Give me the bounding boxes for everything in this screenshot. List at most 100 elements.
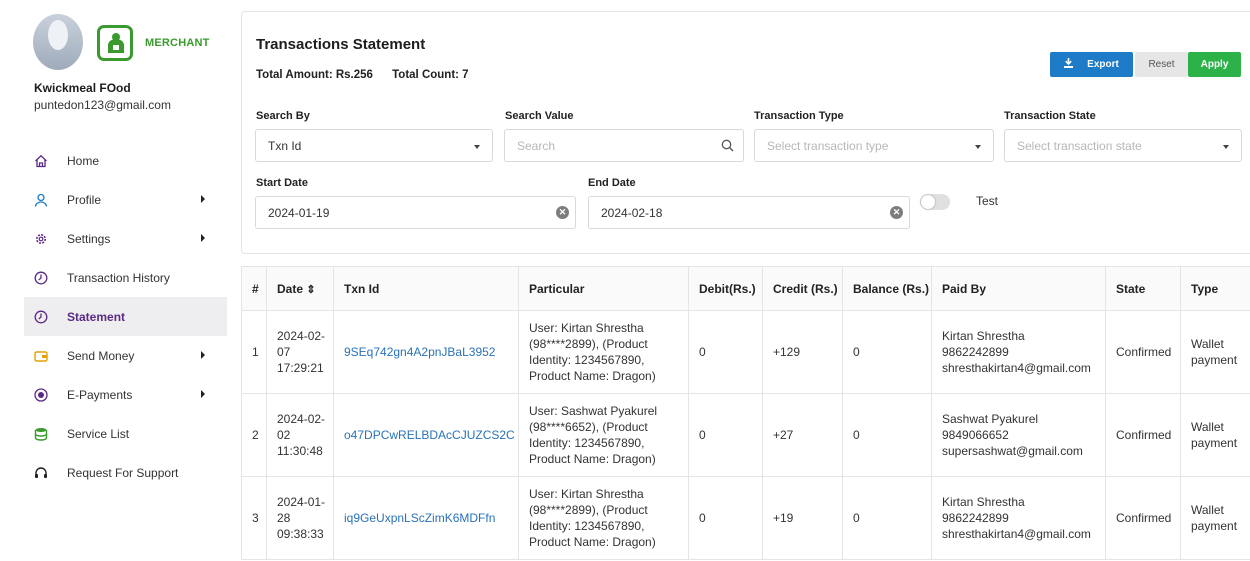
row-debit: 0 (688, 476, 763, 560)
particular-line: Product Name: Dragon) (529, 369, 656, 383)
payer-name: Sashwat Pyakurel (942, 412, 1039, 426)
reset-button[interactable]: Reset (1135, 52, 1188, 77)
sidebar-item-home[interactable]: Home (24, 141, 227, 180)
sort-icon[interactable]: ⇕ (306, 284, 315, 296)
apply-button[interactable]: Apply (1188, 52, 1241, 77)
txn-id-link[interactable]: iq9GeUxpnLScZimK6MDFfn (333, 476, 519, 560)
app-root: MERCHANT Kwickmeal FOod puntedon123@gmai… (0, 0, 1250, 561)
column-header-state: State (1105, 266, 1181, 311)
clear-icon[interactable]: ✕ (556, 206, 569, 219)
merchant-email: puntedon123@gmail.com (34, 98, 171, 112)
filter-panel: Transactions Statement Total Amount: Rs.… (241, 11, 1250, 254)
row-date: 2024-02- 02 11:30:48 (266, 393, 334, 477)
end-date-input[interactable]: 2024-02-18 ✕ (588, 196, 910, 229)
payer-phone: 9862242899 (942, 511, 1009, 525)
row-balance: 0 (842, 310, 932, 394)
row-balance: 0 (842, 476, 932, 560)
type-line: payment (1191, 353, 1238, 367)
summary: Total Amount: Rs.256 Total Count: 7 (256, 69, 469, 81)
caret-down-icon (474, 145, 480, 149)
clock-icon (34, 310, 48, 324)
row-type: Wallet payment (1180, 476, 1250, 560)
export-button[interactable]: Export (1050, 52, 1133, 77)
row-particular: User: Kirtan Shrestha (98****2899), (Prod… (518, 310, 689, 394)
column-header-date[interactable]: Date ⇕ (266, 266, 334, 311)
sidebar-item-label: Request For Support (67, 465, 179, 480)
table-row[interactable]: 3 2024-01- 28 09:38:33 iq9GeUxpnLScZimK6MD… (241, 476, 1250, 560)
row-date: 2024-01- 28 09:38:33 (266, 476, 334, 560)
sidebar-item-e-payments[interactable]: E-Payments (24, 375, 227, 414)
transaction-state-placeholder: Select transaction state (1017, 138, 1142, 153)
table-row[interactable]: 1 2024-02- 07 17:29:21 9SEq742gn4A2pnJBaL3… (241, 310, 1250, 394)
search-by-select[interactable]: Txn Id (255, 129, 493, 162)
merchant-logo-icon (97, 25, 133, 61)
row-number: 1 (241, 310, 267, 394)
search-input[interactable]: Search (504, 129, 744, 162)
type-line: Wallet (1191, 503, 1224, 517)
sidebar-item-label: Home (67, 153, 100, 168)
total-amount: Total Amount: Rs.256 (256, 69, 373, 81)
particular-line: (98****2899), (Product (529, 337, 648, 351)
type-line: payment (1191, 436, 1238, 450)
sidebar-item-label: Profile (67, 192, 102, 207)
column-header-credit: Credit (Rs.) (762, 266, 843, 311)
sidebar-item-settings[interactable]: Settings (24, 219, 227, 258)
row-paid-by: Kirtan Shrestha 9862242899 shresthakirtan4… (931, 476, 1106, 560)
particular-line: User: Sashwat Pyakurel (529, 404, 658, 418)
particular-line: Identity: 1234567890, (529, 519, 645, 533)
row-date: 2024-02- 07 17:29:21 (266, 310, 334, 394)
column-header-paid-by: Paid By (931, 266, 1106, 311)
transaction-state-select[interactable]: Select transaction state (1004, 129, 1242, 162)
row-type: Wallet payment (1180, 310, 1250, 394)
row-credit: +129 (762, 310, 843, 394)
transaction-state-label: Transaction State (1004, 110, 1096, 122)
chevron-right-icon (201, 195, 205, 203)
payer-email: shresthakirtan4@gmail.com (942, 361, 1091, 375)
payer-name: Kirtan Shrestha (942, 495, 1025, 509)
sidebar-item-profile[interactable]: Profile (24, 180, 227, 219)
table-row[interactable]: 2 2024-02- 02 11:30:48 o47DPCwRELBDAcCJUZC… (241, 393, 1250, 477)
column-header-date-label: Date (277, 281, 304, 296)
sidebar-item-request-support[interactable]: Request For Support (24, 453, 227, 492)
txn-id-link[interactable]: 9SEq742gn4A2pnJBaL3952 (333, 310, 519, 394)
start-date-input[interactable]: 2024-01-19 ✕ (255, 196, 576, 229)
row-particular: User: Kirtan Shrestha (98****2899), (Prod… (518, 476, 689, 560)
sidebar-item-send-money[interactable]: Send Money (24, 336, 227, 375)
statement-table-wrap: # Date ⇕ Txn Id Particular Debit(Rs.) Cr… (241, 266, 1250, 561)
clear-icon[interactable]: ✕ (890, 206, 903, 219)
chevron-right-icon (201, 351, 205, 359)
test-toggle[interactable] (920, 194, 950, 210)
sidebar-item-transaction-history[interactable]: Transaction History (24, 258, 227, 297)
transaction-type-select[interactable]: Select transaction type (754, 129, 994, 162)
sidebar-item-label: Send Money (67, 348, 135, 363)
payer-name: Kirtan Shrestha (942, 329, 1025, 343)
row-debit: 0 (688, 393, 763, 477)
end-date-value: 2024-02-18 (601, 205, 663, 220)
headset-icon (34, 466, 48, 480)
time-line: 11:30:48 (277, 444, 323, 458)
particular-line: Product Name: Dragon) (529, 535, 656, 549)
type-line: payment (1191, 519, 1238, 533)
epay-icon (34, 387, 48, 402)
caret-down-icon (975, 145, 981, 149)
row-credit: +27 (762, 393, 843, 477)
brand-label: MERCHANT (145, 37, 210, 49)
txn-id-link[interactable]: o47DPCwRELBDAcCJUZCS2C (333, 393, 519, 477)
row-paid-by: Kirtan Shrestha 9862242899 shresthakirtan4… (931, 310, 1106, 394)
payer-email: shresthakirtan4@gmail.com (942, 527, 1091, 541)
avatar[interactable] (33, 14, 83, 70)
row-type: Wallet payment (1180, 393, 1250, 477)
row-state: Confirmed (1105, 393, 1181, 477)
sidebar-item-label: Transaction History (67, 270, 170, 285)
transaction-type-label: Transaction Type (754, 110, 844, 122)
sidebar-item-statement[interactable]: Statement (24, 297, 227, 336)
end-date-label: End Date (588, 177, 636, 189)
particular-line: (98****6652), (Product (529, 420, 648, 434)
time-line: 09:38:33 (277, 527, 324, 541)
column-header-particular: Particular (518, 266, 689, 311)
sidebar-item-service-list[interactable]: Service List (24, 414, 227, 453)
search-icon[interactable] (721, 139, 734, 155)
chevron-right-icon (201, 390, 205, 398)
page-title: Transactions Statement (256, 36, 426, 53)
sidebar: MERCHANT Kwickmeal FOod puntedon123@gmai… (0, 0, 232, 561)
